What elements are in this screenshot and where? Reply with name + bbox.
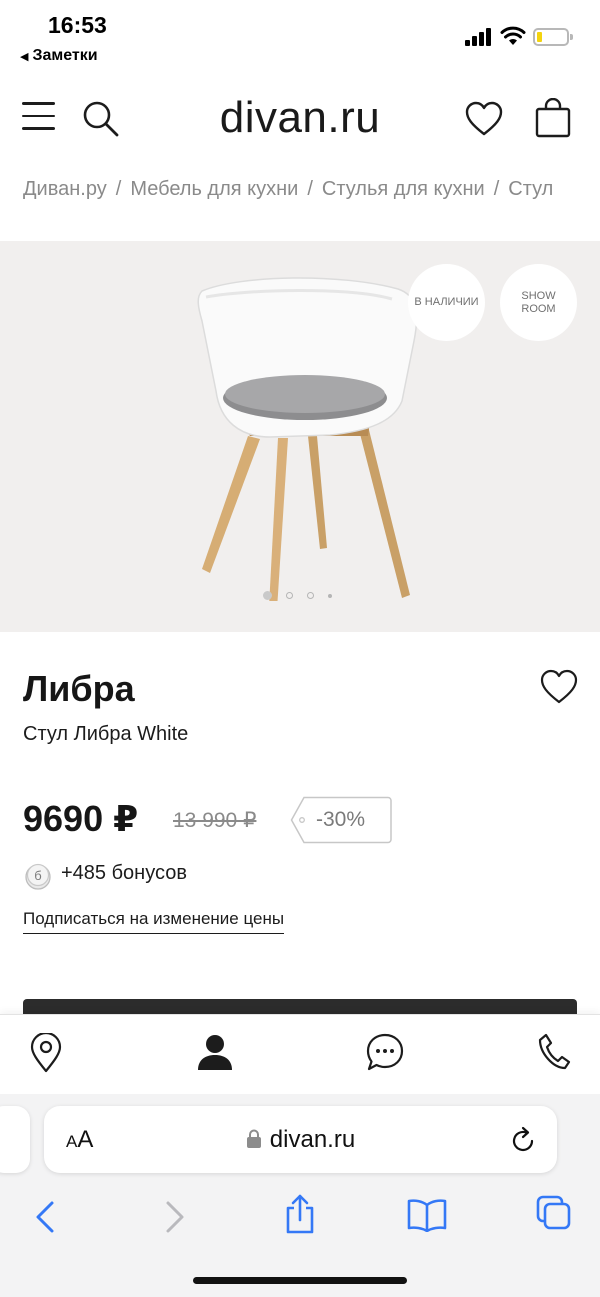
site-header: divan.ru	[0, 90, 600, 150]
showroom-badge-label: SHOW ROOM	[521, 290, 555, 315]
bookmarks-icon[interactable]	[407, 1198, 447, 1232]
battery-icon	[533, 28, 573, 46]
current-price: 9690 ₽	[23, 798, 139, 839]
site-logo[interactable]: divan.ru	[0, 93, 600, 143]
product-favorite-heart-icon[interactable]	[540, 669, 578, 705]
favorites-heart-icon[interactable]	[465, 101, 503, 137]
breadcrumb-item-kitchen-furniture[interactable]: Мебель для кухни	[130, 178, 298, 200]
in-stock-badge-label: В НАЛИЧИИ	[414, 296, 479, 309]
lock-icon	[246, 1129, 261, 1148]
in-stock-badge: В НАЛИЧИИ	[408, 264, 485, 341]
page: 16:53 ◀ Заметки divan.ru Диван.ру / Мебе…	[0, 0, 600, 1297]
back-triangle-icon: ◀	[20, 50, 29, 63]
showroom-line-1: SHOW	[521, 289, 556, 302]
bonus-coin-letter: б	[34, 868, 41, 883]
user-icon[interactable]	[196, 1033, 234, 1071]
reload-icon[interactable]	[511, 1126, 537, 1154]
product-gallery[interactable]: В НАЛИЧИИ SHOW ROOM	[0, 241, 600, 632]
status-time: 16:53	[48, 12, 107, 38]
tabs-icon[interactable]	[535, 1194, 573, 1232]
breadcrumb-item-home[interactable]: Диван.ру	[23, 178, 107, 200]
breadcrumb-separator: /	[115, 178, 122, 200]
bonus-amount: +485 бонусов	[61, 862, 187, 884]
share-icon[interactable]	[284, 1194, 316, 1234]
previous-tab-peek[interactable]	[0, 1106, 30, 1173]
status-bar: 16:53 ◀ Заметки	[0, 0, 600, 80]
bonus-coin-icon: б	[25, 863, 51, 890]
gallery-dot[interactable]	[286, 592, 293, 599]
breadcrumb-item-chair[interactable]: Стул	[508, 178, 553, 200]
breadcrumb-separator: /	[307, 178, 313, 200]
showroom-line-2: ROOM	[521, 302, 556, 315]
url-display[interactable]: divan.ru	[44, 1126, 557, 1154]
gallery-dot[interactable]	[307, 592, 314, 599]
phone-icon[interactable]	[537, 1033, 571, 1071]
url-text: divan.ru	[269, 1126, 356, 1153]
home-indicator	[193, 1277, 407, 1284]
old-price: 13 990 ₽	[173, 809, 257, 832]
chat-icon[interactable]	[366, 1033, 404, 1073]
site-bottom-bar	[0, 1014, 600, 1094]
wifi-icon	[500, 26, 526, 45]
gallery-dot-active[interactable]	[263, 591, 272, 600]
back-to-app-link[interactable]: ◀ Заметки	[20, 47, 98, 65]
showroom-badge[interactable]: SHOW ROOM	[500, 264, 577, 341]
back-app-label: Заметки	[32, 47, 98, 64]
forward-icon[interactable]	[164, 1200, 186, 1234]
gallery-dot[interactable]	[328, 593, 332, 598]
discount-label: -30%	[316, 808, 366, 831]
gallery-pagination	[263, 591, 332, 600]
breadcrumb-separator: /	[493, 178, 500, 200]
location-pin-icon[interactable]	[29, 1033, 63, 1073]
signal-icon	[465, 28, 491, 46]
breadcrumb-item-kitchen-chairs[interactable]: Стулья для кухни	[322, 178, 485, 200]
browser-chrome: AA divan.ru	[0, 1094, 600, 1297]
product-title: Либра	[23, 668, 135, 709]
back-icon[interactable]	[34, 1200, 56, 1234]
price-subscribe-link[interactable]: Подписаться на изменение цены	[23, 909, 285, 934]
address-bar[interactable]: AA divan.ru	[44, 1106, 557, 1173]
breadcrumb: Диван.ру / Мебель для кухни / Стулья для кух…	[23, 178, 553, 201]
product-subtitle: Стул Либра White	[23, 723, 189, 745]
cart-bag-icon[interactable]	[535, 98, 571, 138]
product-image	[197, 277, 418, 601]
